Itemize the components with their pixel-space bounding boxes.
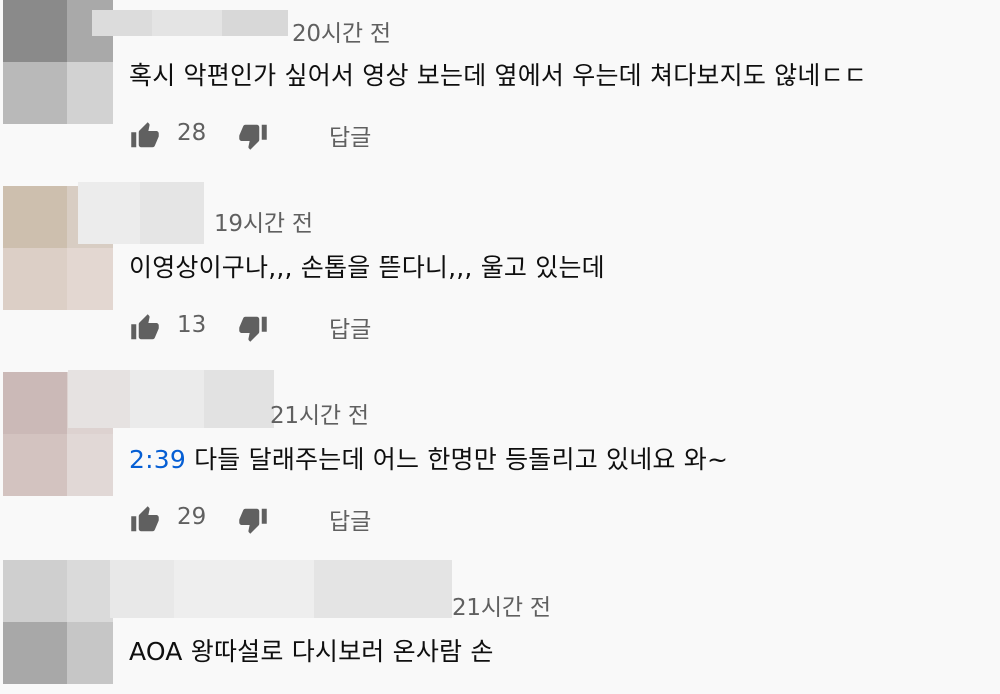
comment-time[interactable]: 21시간 전: [270, 396, 369, 430]
author-name[interactable]: [68, 370, 274, 428]
comment-time[interactable]: 19시간 전: [214, 204, 313, 238]
like-count: 13: [177, 312, 207, 338]
comment-time[interactable]: 20시간 전: [292, 14, 391, 48]
comment-thread: 20시간 전 혹시 악편인가 싶어서 영상 보는데 옆에서 우는데 쳐다보지도 …: [0, 0, 1000, 180]
comment-text: 이영상이구나,,, 손톱을 뜯다니,,, 울고 있는데: [129, 253, 605, 282]
author-name[interactable]: [110, 560, 452, 618]
comment-text: 2:39 다들 달래주는데 어느 한명만 등돌리고 있네요 와~: [129, 440, 728, 476]
thumb-up-icon: [131, 122, 159, 148]
comment-thread: 19시간 전 이영상이구나,,, 손톱을 뜯다니,,, 울고 있는데 13 답글: [0, 180, 1000, 370]
comment-thread: 21시간 전 AOA 왕따설로 다시보러 온사람 손: [0, 560, 1000, 694]
comment-actions: 28 답글: [129, 118, 429, 154]
avatar[interactable]: [3, 560, 113, 684]
comment-body: 다들 달래주는데 어느 한명만 등돌리고 있네요 와~: [185, 445, 729, 474]
comment-time[interactable]: 21시간 전: [452, 588, 551, 622]
author-name[interactable]: [78, 182, 204, 244]
thumb-down-icon: [239, 124, 267, 150]
comment-text: 혹시 악편인가 싶어서 영상 보는데 옆에서 우는데 쳐다보지도 않네ㄷㄷ: [129, 61, 867, 90]
comment-actions: 29 답글: [129, 502, 429, 538]
reply-button[interactable]: 답글: [329, 502, 371, 536]
like-count: 29: [177, 504, 207, 530]
like-button[interactable]: [129, 505, 161, 535]
reply-button[interactable]: 답글: [329, 310, 371, 344]
thumb-up-icon: [131, 314, 159, 340]
thumb-down-icon: [239, 508, 267, 534]
timestamp-link[interactable]: 2:39: [129, 445, 186, 474]
thumb-down-icon: [239, 316, 267, 342]
author-name[interactable]: [92, 10, 288, 36]
comment-text: AOA 왕따설로 다시보러 온사람 손: [129, 637, 494, 666]
reply-button[interactable]: 답글: [329, 118, 371, 152]
comment-thread: 21시간 전 2:39 다들 달래주는데 어느 한명만 등돌리고 있네요 와~ …: [0, 370, 1000, 560]
dislike-button[interactable]: [237, 121, 269, 151]
like-button[interactable]: [129, 121, 161, 151]
like-button[interactable]: [129, 313, 161, 343]
dislike-button[interactable]: [237, 505, 269, 535]
like-count: 28: [177, 120, 207, 146]
dislike-button[interactable]: [237, 313, 269, 343]
comment-actions: 13 답글: [129, 310, 429, 346]
thumb-up-icon: [131, 506, 159, 532]
